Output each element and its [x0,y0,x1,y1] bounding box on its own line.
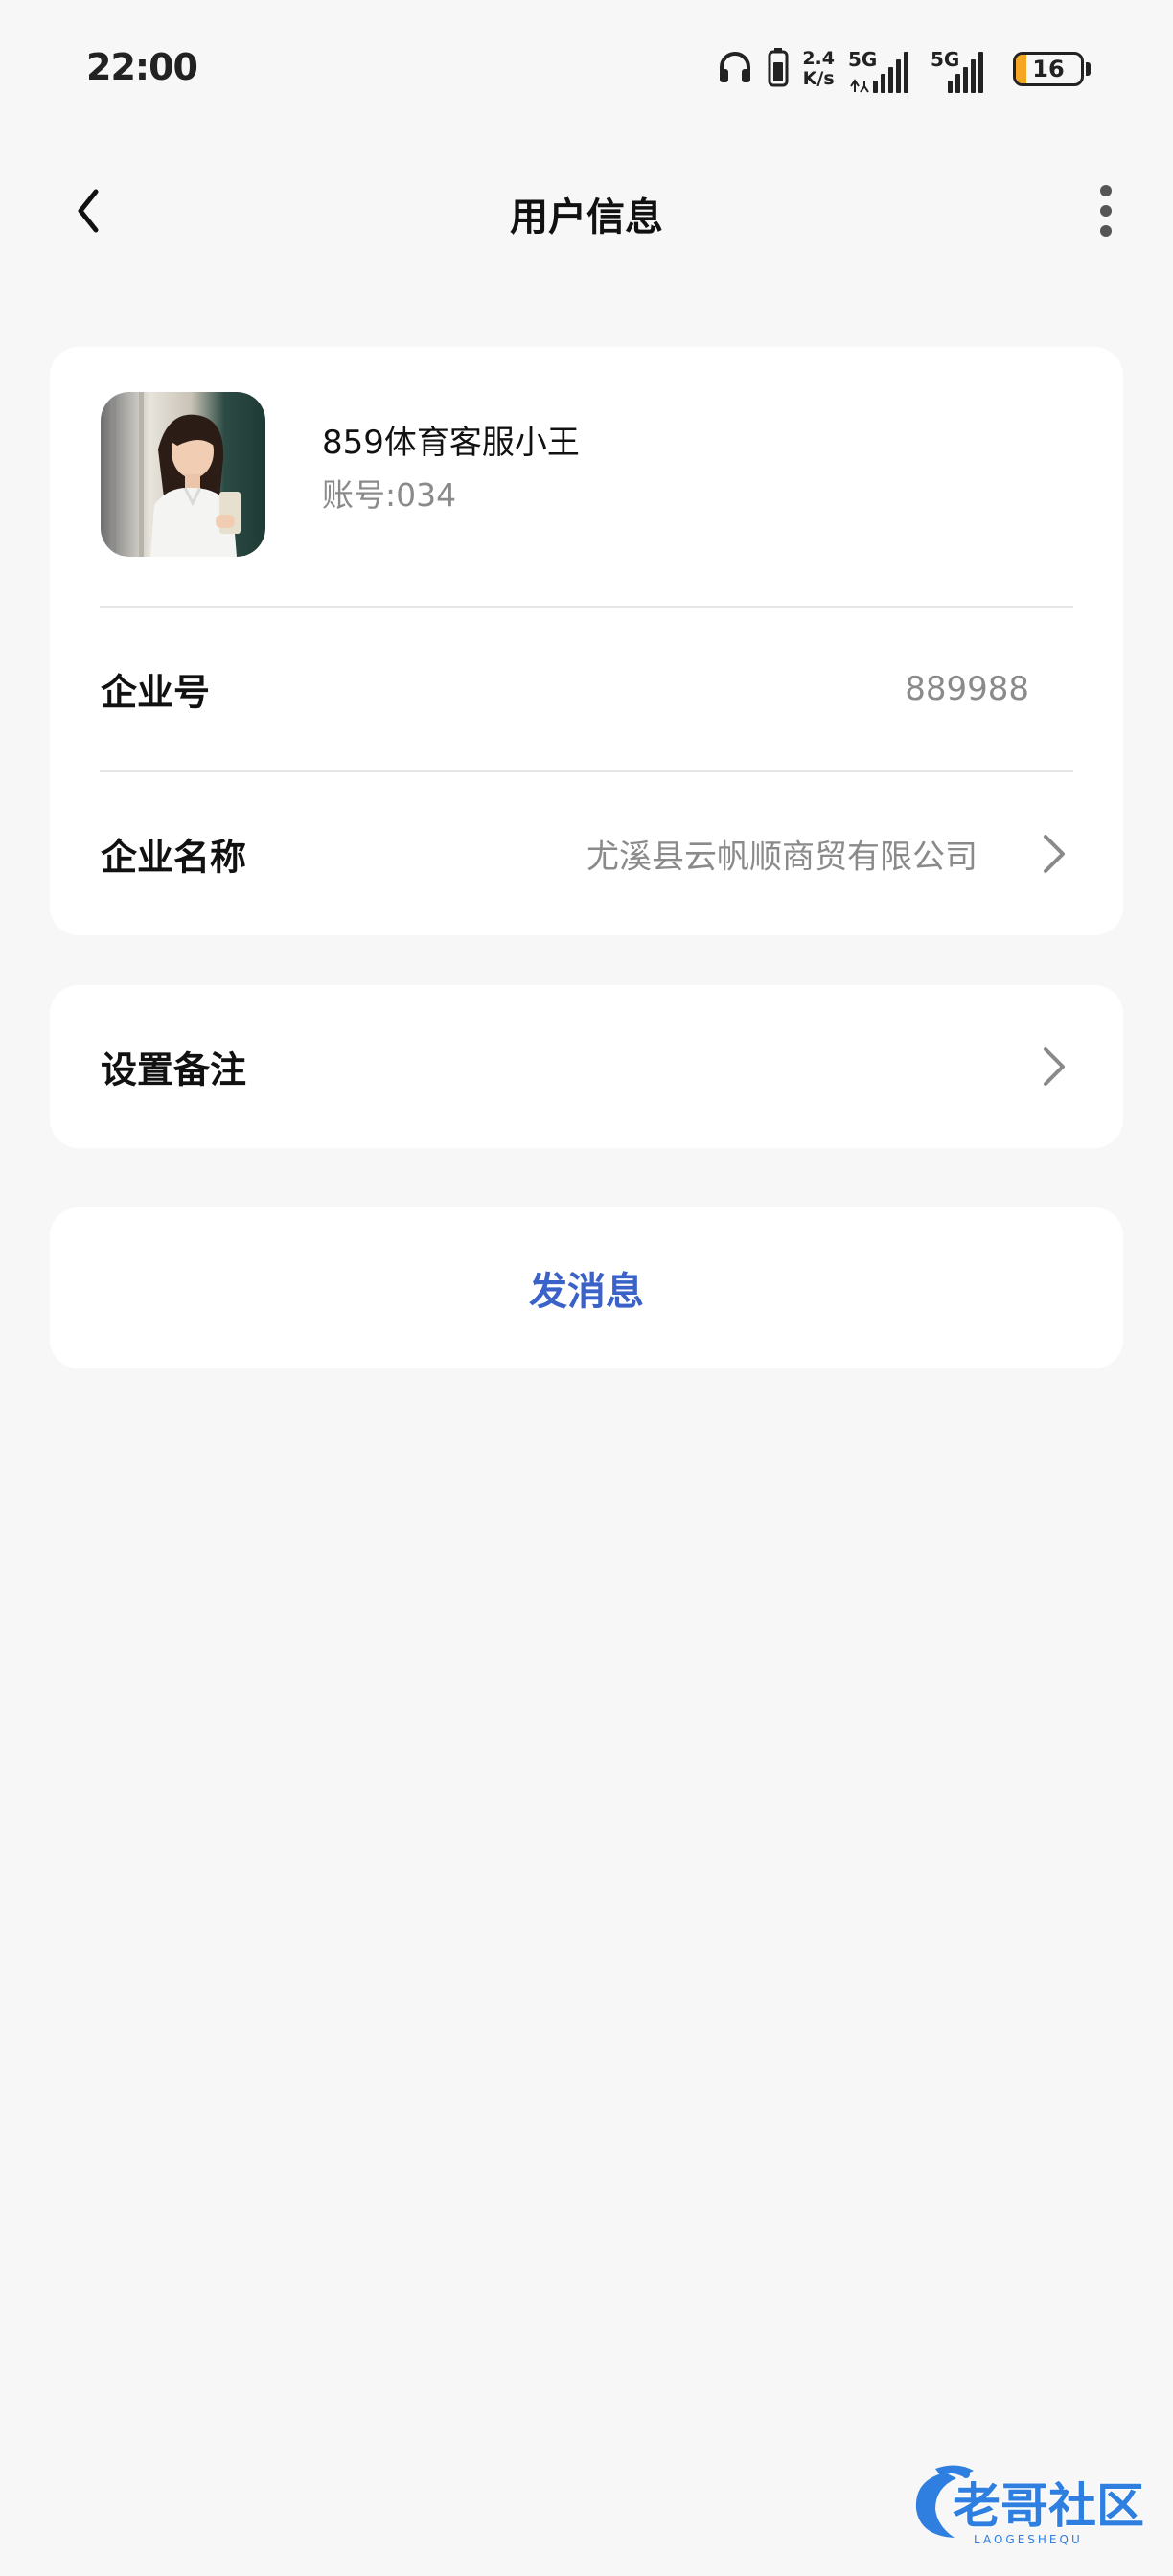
nav-bar: 用户信息 [0,163,1173,259]
signal-sim1: 5G [848,44,917,94]
status-icons: 2.4 K/s 5G 5G 16 [716,42,1091,96]
company-name-label: 企业名称 [101,836,247,879]
headphones-icon [716,48,754,90]
svg-text:老哥社区: 老哥社区 [953,2478,1144,2534]
profile-account: 账号:034 [322,476,457,514]
device-battery-icon [768,47,789,91]
battery-level: 16 [1032,56,1065,82]
profile-card: 859体育客服小王 账号:034 企业号 889988 企业名称 尤溪县云帆顺商… [50,347,1123,935]
more-vertical-icon-dot [1100,225,1112,237]
more-vertical-icon-dot [1100,205,1112,217]
status-time: 22:00 [86,46,198,88]
battery-fill [1016,55,1026,83]
network-speed-unit: K/s [802,68,835,89]
status-bar: 22:00 2.4 K/s 5G 5G 16 [0,0,1173,134]
signal-sim2: 5G [931,44,1000,94]
company-id-row: 企业号 889988 [50,608,1123,770]
company-name-row[interactable]: 企业名称 尤溪县云帆顺商贸有限公司 [50,772,1123,935]
chevron-right-icon [1035,1042,1073,1092]
profile-name: 859体育客服小王 [322,424,580,462]
battery-indicator: 16 [1013,52,1084,86]
avatar-photo [101,392,265,557]
page-title: 用户信息 [510,196,663,240]
more-vertical-icon-dot [1100,185,1112,196]
send-message-card: 发消息 [50,1208,1123,1368]
signal-bars-icon [850,52,908,93]
set-remark-row[interactable]: 设置备注 [50,985,1123,1148]
set-remark-label: 设置备注 [101,1048,247,1092]
network-speed: 2.4 K/s [802,49,835,89]
avatar[interactable] [101,392,265,557]
profile-header: 859体育客服小王 账号:034 [50,347,1123,608]
more-options-button[interactable] [1077,180,1135,242]
network-speed-value: 2.4 [802,48,835,69]
company-id-value: 889988 [905,670,1029,708]
chevron-right-icon [1035,829,1073,879]
svg-text:LAOGESHEQU: LAOGESHEQU [974,2533,1083,2546]
company-name-value: 尤溪县云帆顺商贸有限公司 [586,838,978,877]
send-message-button[interactable]: 发消息 [50,1208,1123,1368]
company-id-label: 企业号 [101,671,211,714]
signal-bars-icon [948,52,983,93]
battery-tip [1086,62,1091,76]
watermark-logo: 老哥社区 LAOGESHEQU [907,2459,1156,2549]
